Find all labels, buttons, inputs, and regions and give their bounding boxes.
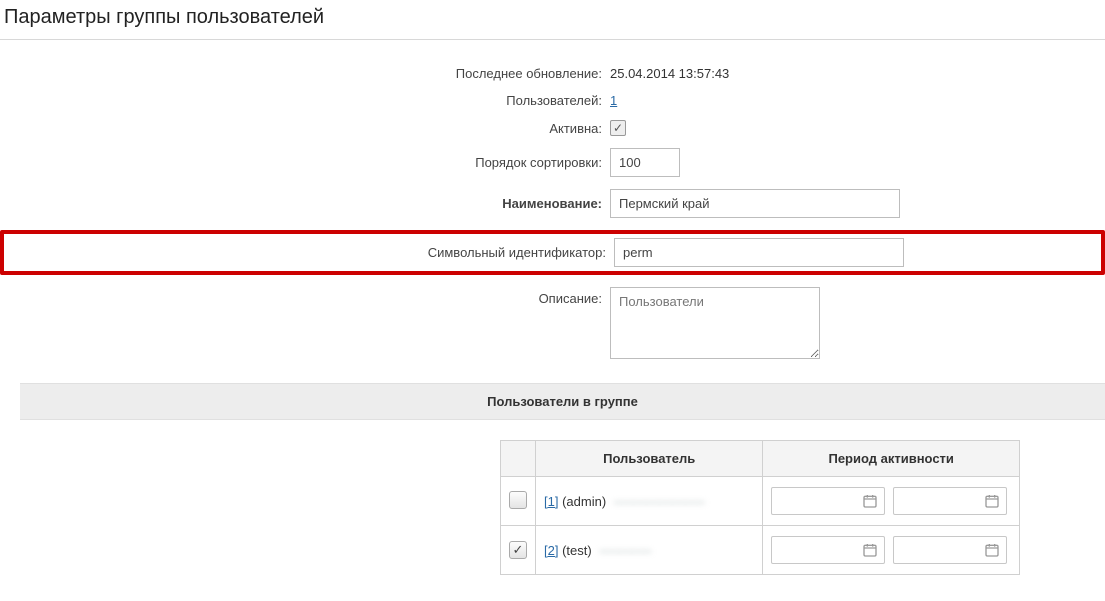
calendar-icon [862, 493, 878, 509]
col-select [501, 441, 536, 477]
form: Последнее обновление: 25.04.2014 13:57:4… [0, 40, 1105, 359]
name-label: Наименование: [0, 196, 610, 211]
period-to-input[interactable] [893, 487, 1007, 515]
sort-label: Порядок сортировки: [0, 155, 610, 170]
users-count-label: Пользователей: [0, 93, 610, 108]
period-from-input[interactable] [771, 487, 885, 515]
last-update-label: Последнее обновление: [0, 66, 610, 81]
col-user: Пользователь [536, 441, 763, 477]
user-id-link[interactable]: [2] [544, 543, 558, 558]
user-login: (admin) [562, 494, 606, 509]
calendar-icon [862, 542, 878, 558]
page-title: Параметры группы пользователей [0, 0, 1105, 40]
period-from-input[interactable] [771, 536, 885, 564]
calendar-icon [984, 542, 1000, 558]
row-checkbox[interactable]: ✓ [509, 541, 527, 559]
table-row: [1] (admin) ——————— [501, 477, 1020, 526]
sid-input[interactable] [614, 238, 904, 267]
col-period: Период активности [763, 441, 1020, 477]
name-input[interactable] [610, 189, 900, 218]
desc-textarea[interactable]: <span></span> [610, 287, 820, 359]
user-id-link[interactable]: [1] [544, 494, 558, 509]
row-checkbox[interactable] [509, 491, 527, 509]
desc-label: Описание: [0, 287, 610, 306]
users-table: Пользователь Период активности [1] (admi… [500, 440, 1020, 575]
last-update-value: 25.04.2014 13:57:43 [610, 66, 729, 81]
users-count-link[interactable]: 1 [610, 93, 617, 108]
table-row: ✓ [2] (test) ———— [501, 526, 1020, 575]
sid-label: Символьный идентификатор: [4, 245, 614, 260]
period-to-input[interactable] [893, 536, 1007, 564]
users-section-header: Пользователи в группе [20, 383, 1105, 420]
sort-input[interactable] [610, 148, 680, 177]
calendar-icon [984, 493, 1000, 509]
active-checkbox[interactable]: ✓ [610, 120, 626, 136]
active-label: Активна: [0, 121, 610, 136]
user-name-blur: ——————— [614, 494, 705, 509]
user-name-blur: ———— [599, 543, 651, 558]
user-login: (test) [562, 543, 592, 558]
